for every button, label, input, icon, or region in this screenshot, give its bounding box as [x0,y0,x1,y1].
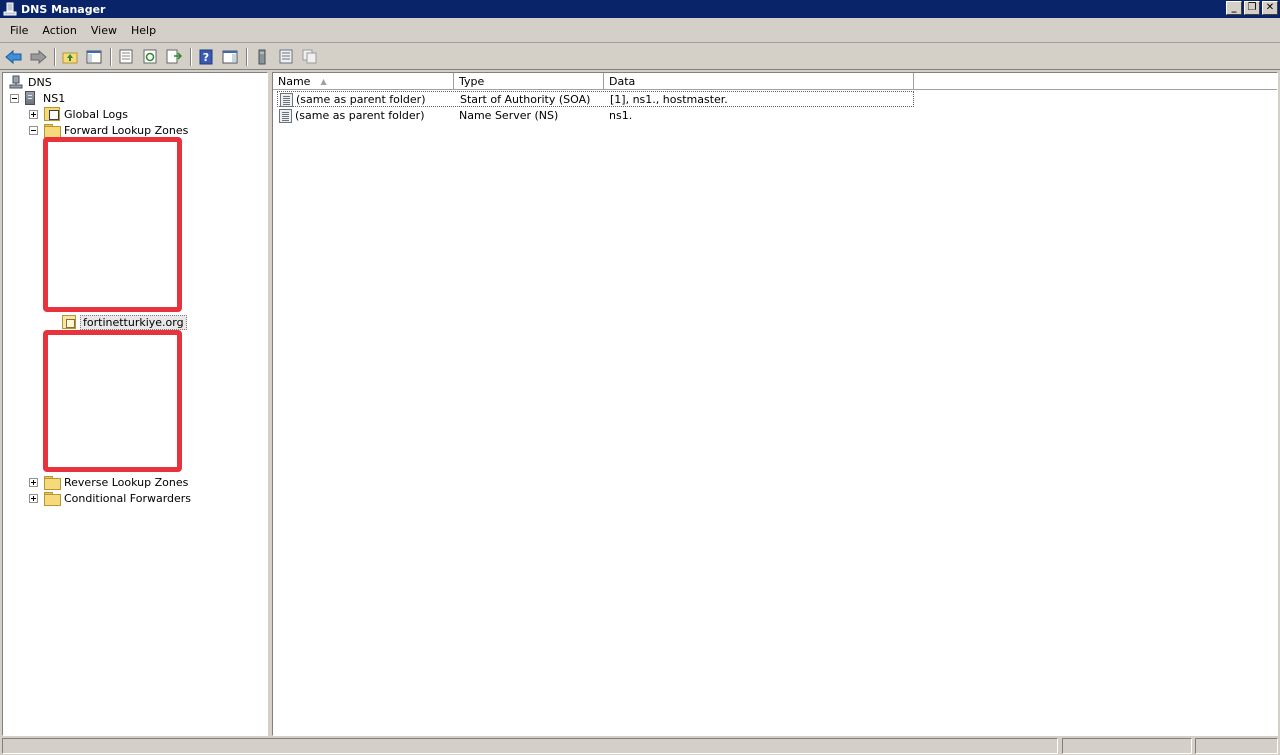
forward-arrow-icon [30,49,47,64]
menu-file[interactable]: File [3,19,35,43]
export-list-icon [166,49,182,64]
action-pane-icon [222,50,238,63]
redaction-box [43,330,182,472]
dns-app-icon [3,2,17,16]
folder-icon [44,476,61,490]
refresh-button[interactable] [139,46,161,68]
column-header-data[interactable]: Data [604,73,914,90]
tree-label-reverse-lookup-zones: Reverse Lookup Zones [64,475,189,489]
tree-node-reverse-lookup-zones[interactable]: Reverse Lookup Zones [29,474,188,490]
properties-button[interactable] [115,46,137,68]
event-log-icon [44,107,60,121]
up-one-level-button[interactable] [59,46,81,68]
cell-data: ns1. [609,109,633,122]
copy-icon [302,49,317,64]
folder-icon [44,492,61,506]
expand-toggle[interactable] [29,109,38,119]
cell-name: (same as parent folder) [295,109,425,122]
status-panel-secondary [1062,738,1192,754]
tree-node-dns[interactable]: DNS [9,74,52,90]
tree-label-ns1: NS1 [43,91,66,105]
help-button[interactable]: ? [195,46,217,68]
back-arrow-icon [5,49,22,64]
restore-button[interactable]: ❐ [1244,1,1260,15]
title-bar: DNS Manager _ ❐ ✕ [0,0,1280,18]
cell-name: (same as parent folder) [296,93,426,106]
tree-node-zone[interactable]: fortinetturkiye.org [62,314,187,330]
menu-bar: File Action View Help [0,19,1280,43]
zone-icon [62,315,76,329]
properties-icon [119,49,133,64]
cell-type: Start of Authority (SOA) [460,93,591,106]
redaction-box [43,137,182,312]
show-hide-tree-button[interactable] [83,46,105,68]
expand-toggle[interactable] [29,477,38,487]
menu-view[interactable]: View [84,19,124,43]
column-header-type[interactable]: Type [454,73,604,90]
cell-data: [1], ns1., hostmaster. [610,93,728,106]
collapse-toggle[interactable] [10,93,19,103]
tree-label-global-logs: Global Logs [64,107,128,121]
copy-button[interactable] [299,46,321,68]
dns-record-icon [279,109,292,123]
toolbar: ? [0,44,1280,70]
window-title: DNS Manager [21,2,106,16]
dns-record-icon [280,93,293,107]
cell-type: Name Server (NS) [459,109,559,122]
column-header-filler [914,73,1277,90]
toolbar-separator [190,47,192,66]
help-icon: ? [199,49,213,64]
show-hide-console-tree-icon [86,50,102,63]
forward-button[interactable] [27,46,49,68]
server-button[interactable] [251,46,273,68]
tree-label-dns: DNS [28,75,52,89]
tree-node-ns1[interactable]: NS1 [10,90,65,106]
status-bar [0,737,1280,755]
toolbar-separator [54,47,56,66]
server-icon [258,49,266,64]
tree-node-global-logs[interactable]: Global Logs [29,106,128,122]
list-view-icon [279,49,293,64]
sort-ascending-icon: ▲ [320,77,327,86]
list-view-button[interactable] [275,46,297,68]
folder-icon [44,124,61,138]
tree-label-forward-lookup-zones: Forward Lookup Zones [64,123,189,137]
menu-help[interactable]: Help [124,19,163,43]
tree-label-zone: fortinetturkiye.org [80,314,187,330]
menu-action[interactable]: Action [35,19,83,43]
console-tree[interactable]: DNS NS1 Global Logs Forward Lookup Zones… [2,72,268,736]
tree-node-forward-lookup-zones[interactable]: Forward Lookup Zones [29,122,188,138]
show-hide-action-pane-button[interactable] [219,46,241,68]
minimize-button[interactable]: _ [1226,1,1242,15]
server-node-icon [25,91,35,105]
dns-root-icon [9,75,23,89]
back-button[interactable] [3,46,25,68]
results-list[interactable]: Name ▲ Type Data (same as parent folder) … [272,72,1278,736]
tree-label-conditional-forwarders: Conditional Forwarders [64,491,192,505]
export-list-button[interactable] [163,46,185,68]
up-folder-icon [62,52,78,63]
svg-text:?: ? [203,51,209,64]
table-row[interactable]: (same as parent folder) Start of Authori… [277,91,914,107]
status-panel-main [2,738,1058,754]
expand-toggle[interactable] [29,493,38,503]
toolbar-separator [110,47,112,66]
table-row[interactable]: (same as parent folder) Name Server (NS)… [277,108,914,124]
status-panel-tertiary [1195,738,1278,754]
column-header-name[interactable]: Name ▲ [273,73,454,90]
close-button[interactable]: ✕ [1262,1,1278,15]
toolbar-separator [246,47,248,66]
collapse-toggle[interactable] [29,125,38,135]
refresh-icon [143,49,156,64]
tree-node-conditional-forwarders[interactable]: Conditional Forwarders [29,490,191,506]
